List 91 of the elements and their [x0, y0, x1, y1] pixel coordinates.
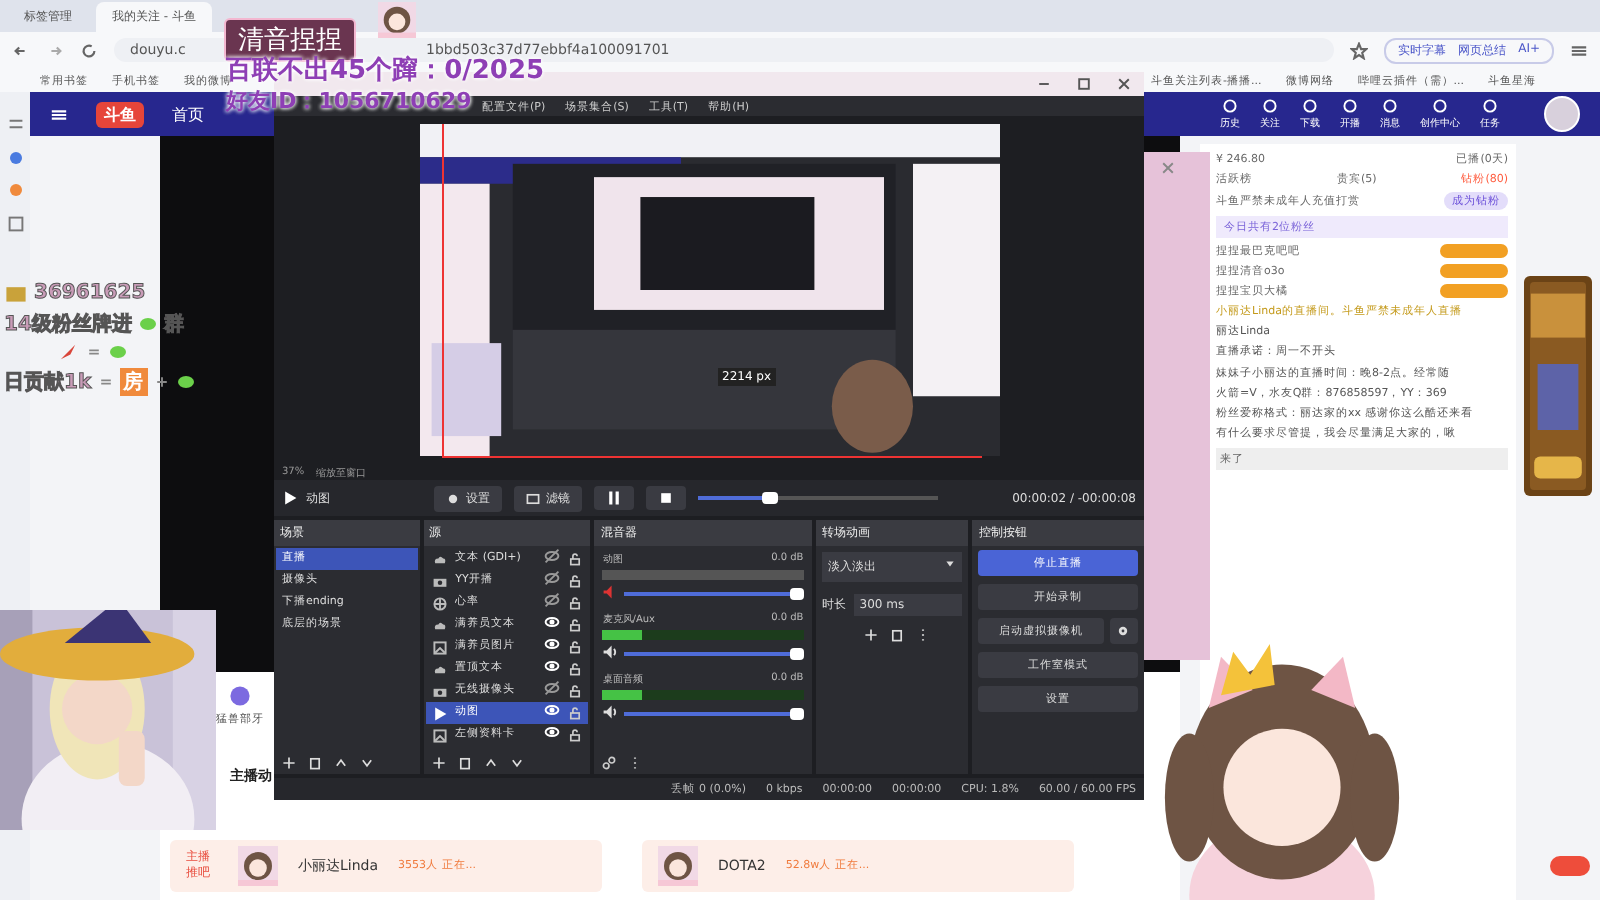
user-avatar[interactable] [1544, 96, 1580, 132]
settings-button[interactable] [1109, 618, 1138, 644]
equals-icon [86, 344, 102, 360]
gear-icon [446, 491, 460, 505]
eye-icon[interactable] [544, 724, 561, 740]
stop-button[interactable] [646, 486, 686, 510]
header-link-icon [1342, 98, 1358, 114]
filter-icon [526, 491, 540, 505]
header-link-icon [1222, 98, 1238, 114]
camera-icon [431, 683, 448, 699]
swap-icon[interactable] [7, 116, 23, 132]
nav-link[interactable]: 首页 [172, 103, 204, 125]
header-link-icon [1302, 98, 1318, 114]
gear-icon [1116, 624, 1131, 638]
dropdown-icon [944, 558, 957, 570]
star-icon[interactable] [1350, 41, 1369, 59]
eye-icon[interactable] [544, 636, 561, 652]
cloud-icon [431, 551, 448, 567]
overlay-fan-rule-end: 群 [163, 311, 184, 338]
up-icon[interactable] [483, 755, 498, 769]
fish-icon [137, 314, 158, 334]
overlay-room-id: 36961625 [34, 281, 146, 303]
trash-icon[interactable] [889, 627, 904, 641]
eye-icon[interactable] [544, 614, 561, 630]
header-link-icon [1262, 98, 1278, 114]
header-link-icon [1432, 98, 1448, 114]
app-icon[interactable] [9, 152, 21, 164]
speaker-icon[interactable] [602, 704, 619, 720]
lock-icon[interactable] [568, 728, 583, 742]
eye-slash-icon[interactable] [544, 592, 561, 608]
link-icon[interactable] [602, 755, 617, 769]
cloud-icon [431, 661, 448, 677]
add-icon[interactable] [282, 755, 296, 769]
back-icon[interactable] [12, 41, 30, 59]
plus-icon [153, 374, 170, 390]
fish-icon [108, 342, 128, 362]
video-icon[interactable] [7, 216, 23, 232]
down-icon[interactable] [360, 755, 374, 769]
lock-icon[interactable] [568, 640, 583, 654]
lock-icon[interactable] [568, 596, 583, 610]
globe-icon [431, 595, 448, 611]
eye-slash-icon[interactable] [544, 548, 561, 564]
trash-icon[interactable] [457, 755, 472, 769]
header-link-icon [1382, 98, 1398, 114]
fan-badge [1440, 244, 1508, 258]
slider-thumb[interactable] [789, 588, 804, 600]
lock-icon[interactable] [568, 662, 583, 676]
lock-icon[interactable] [568, 618, 583, 632]
eye-slash-icon[interactable] [544, 570, 561, 586]
trash-icon[interactable] [308, 755, 322, 769]
add-icon[interactable] [863, 627, 878, 641]
eye-icon[interactable] [544, 658, 561, 674]
lock-icon[interactable] [568, 574, 583, 588]
eye-slash-icon[interactable] [544, 680, 561, 696]
slider-thumb[interactable] [789, 708, 804, 720]
camera-icon [431, 573, 448, 589]
equals-icon [97, 374, 114, 390]
overlay-daily: 日贡献1k [4, 369, 92, 396]
speaker-icon[interactable] [602, 644, 619, 660]
close-icon[interactable] [1116, 76, 1132, 92]
rocket-icon [56, 340, 80, 364]
fan-badge [1440, 264, 1508, 278]
image-icon [431, 727, 448, 743]
eye-icon[interactable] [544, 702, 561, 718]
pause-button[interactable] [594, 486, 634, 510]
streamer-logo-icon [228, 684, 252, 708]
fan-badge [1440, 284, 1508, 298]
menu-icon[interactable] [50, 105, 68, 123]
lock-icon[interactable] [568, 552, 583, 566]
play-icon [282, 490, 298, 506]
add-icon[interactable] [431, 755, 446, 769]
maximize-icon[interactable] [1076, 76, 1092, 92]
cloud-icon [431, 617, 448, 633]
up-icon[interactable] [334, 755, 348, 769]
site-logo[interactable]: 斗鱼 [96, 101, 144, 127]
slider-thumb[interactable] [789, 648, 804, 660]
image-icon [431, 639, 448, 655]
action-button[interactable] [1550, 855, 1590, 875]
header-link-icon [1482, 98, 1498, 114]
slider-thumb[interactable] [762, 492, 778, 504]
menu-icon[interactable] [1570, 41, 1588, 59]
stop-icon [658, 490, 674, 506]
lock-icon[interactable] [568, 684, 583, 698]
pause-icon [606, 490, 622, 506]
fish-icon [175, 372, 196, 392]
down-icon[interactable] [509, 755, 524, 769]
reload-icon[interactable] [80, 41, 98, 59]
overlay-tag: 房 [119, 368, 148, 396]
lock-icon[interactable] [568, 706, 583, 720]
overlay-fan-rule: 14级粉丝牌进 [4, 311, 132, 338]
play-icon [431, 705, 448, 721]
